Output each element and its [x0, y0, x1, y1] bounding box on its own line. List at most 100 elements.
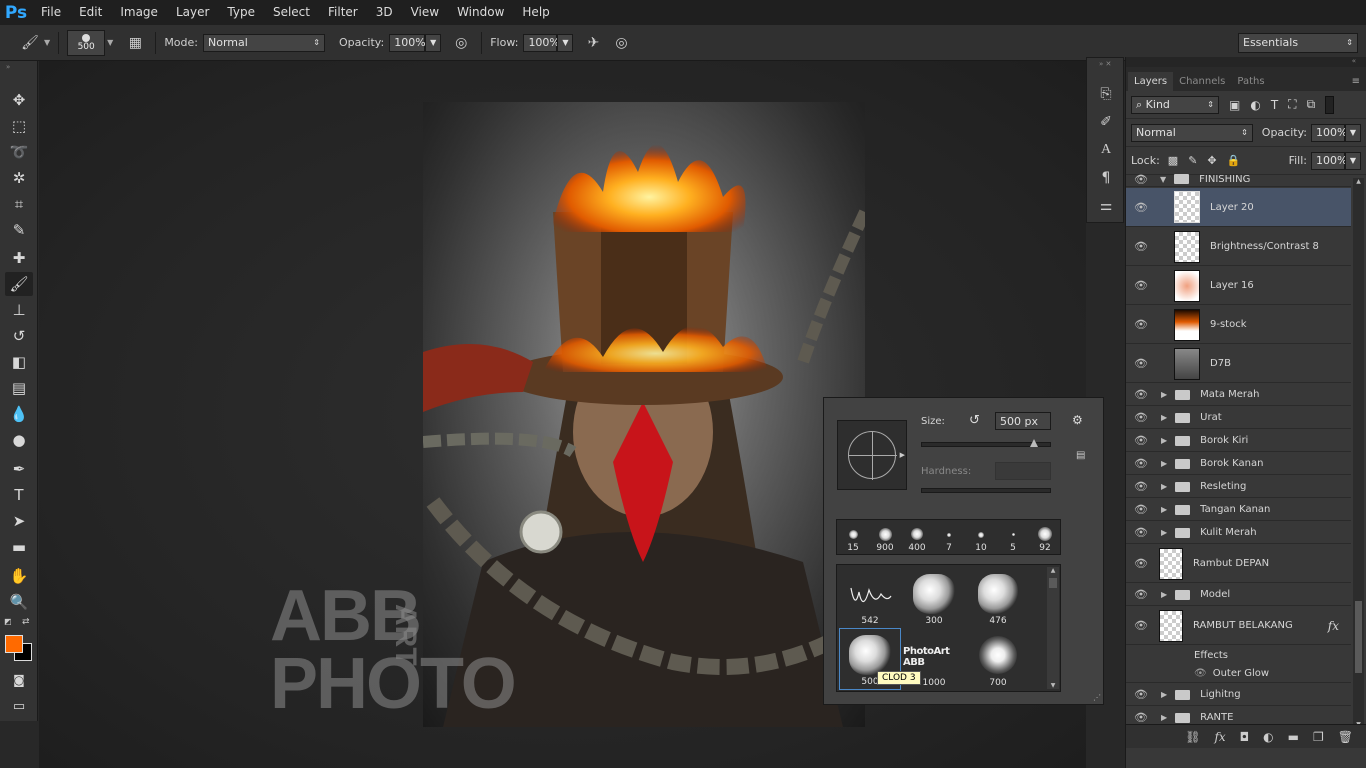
magic-wand-tool-icon[interactable]: ✲	[5, 166, 33, 190]
layer-row[interactable]: 👁 Layer 16	[1126, 267, 1351, 305]
group-collapsed-icon[interactable]: ▶	[1161, 528, 1167, 537]
crop-tool-icon[interactable]: ⌗	[5, 192, 33, 216]
effects-row[interactable]: Effects	[1126, 646, 1351, 664]
visibility-eye-icon[interactable]: 👁	[1134, 557, 1148, 570]
new-group-icon[interactable]: ▬	[1288, 730, 1299, 744]
character-panel-icon[interactable]: A	[1094, 138, 1118, 162]
layer-opacity-dropdown-icon[interactable]: ▼	[1345, 123, 1361, 142]
recent-brush[interactable]: 92	[1031, 520, 1059, 553]
brush-tool-icon[interactable]: 🖌	[5, 272, 33, 296]
size-slider[interactable]	[921, 439, 1051, 447]
flow-dropdown-icon[interactable]: ▼	[557, 33, 574, 52]
pen-tool-icon[interactable]: ✒	[5, 457, 33, 481]
scroll-thumb[interactable]	[1049, 578, 1057, 588]
layer-group-row[interactable]: 👁 ▶ Kulit Merah	[1126, 522, 1351, 544]
new-layer-icon[interactable]: ❐	[1313, 730, 1324, 744]
workspace-select[interactable]: Essentials ⇕	[1238, 32, 1358, 53]
adjustments-panel-icon[interactable]: ⚌	[1094, 194, 1118, 218]
recent-brush[interactable]: 5	[999, 520, 1027, 553]
visibility-eye-icon[interactable]: 👁	[1134, 279, 1148, 292]
hand-tool-icon[interactable]: ✋	[5, 564, 33, 588]
zoom-tool-icon[interactable]: 🔍	[5, 590, 33, 614]
visibility-eye-icon[interactable]: 👁	[1134, 173, 1148, 186]
layer-row[interactable]: 👁 RAMBUT BELAKANG fx	[1126, 607, 1351, 645]
menu-filter[interactable]: Filter	[319, 0, 367, 25]
layer-row-selected[interactable]: 👁 Layer 20	[1126, 188, 1351, 227]
layer-group-row[interactable]: 👁 ▼ FINISHING	[1126, 172, 1351, 187]
brush-panel-toggle-icon[interactable]: ▦	[123, 31, 147, 55]
recent-brush[interactable]: 15	[839, 520, 867, 553]
lock-transparent-icon[interactable]: ▩	[1168, 154, 1178, 167]
visibility-eye-icon[interactable]: 👁	[1134, 388, 1148, 401]
menu-layer[interactable]: Layer	[167, 0, 218, 25]
healing-brush-tool-icon[interactable]: ✚	[5, 246, 33, 270]
dodge-tool-icon[interactable]: ●	[5, 428, 33, 452]
airbrush-icon[interactable]: ✈	[581, 31, 605, 55]
layer-opacity-input[interactable]: 100%	[1311, 123, 1347, 142]
screen-mode-icon[interactable]: ▭	[5, 694, 33, 718]
tool-preset-dropdown-icon[interactable]: ▼	[44, 38, 50, 47]
menu-help[interactable]: Help	[513, 0, 558, 25]
brush-preset[interactable]: 300	[903, 566, 965, 628]
brush-preset[interactable]: 476	[967, 566, 1029, 628]
group-expanded-icon[interactable]: ▼	[1160, 175, 1166, 184]
clone-stamp-tool-icon[interactable]: ⊥	[5, 298, 33, 322]
visibility-eye-icon[interactable]: 👁	[1134, 434, 1148, 447]
menu-window[interactable]: Window	[448, 0, 513, 25]
brush-tool-icon[interactable]: 🖌	[18, 31, 42, 55]
recent-brush[interactable]: 400	[903, 520, 931, 553]
brush-preset-picker[interactable]: 500	[67, 29, 106, 56]
brush-preset[interactable]: 542	[839, 566, 901, 628]
menu-select[interactable]: Select	[264, 0, 319, 25]
path-selection-tool-icon[interactable]: ➤	[5, 509, 33, 533]
visibility-eye-icon[interactable]: 👁	[1134, 411, 1148, 424]
paragraph-panel-icon[interactable]: ¶	[1094, 166, 1118, 190]
marquee-tool-icon[interactable]: ⬚	[5, 114, 33, 138]
flow-input[interactable]: 100%	[523, 33, 560, 52]
size-slider-handle[interactable]	[1030, 439, 1038, 447]
fx-indicator[interactable]: fx	[1328, 619, 1339, 633]
group-collapsed-icon[interactable]: ▶	[1161, 459, 1167, 468]
blend-mode-select[interactable]: Normal ⇕	[1131, 123, 1253, 142]
swap-colors-icon[interactable]: ⇄	[22, 617, 30, 627]
filter-smart-object-icon[interactable]: ⧉	[1307, 97, 1316, 112]
layer-row[interactable]: 👁 Rambut DEPAN	[1126, 545, 1351, 583]
default-colors-icon[interactable]: ◩	[4, 617, 12, 626]
group-collapsed-icon[interactable]: ▶	[1161, 390, 1167, 399]
visibility-eye-icon[interactable]: 👁	[1134, 240, 1148, 253]
tab-channels[interactable]: Channels	[1173, 72, 1231, 91]
effect-row[interactable]: 👁 Outer Glow	[1126, 664, 1351, 683]
layer-group-row[interactable]: 👁 ▶ Borok Kanan	[1126, 453, 1351, 475]
layer-row[interactable]: 👁 Brightness/Contrast 8	[1126, 228, 1351, 266]
expand-dock-icon[interactable]: » ✕	[1099, 60, 1111, 68]
delete-layer-icon[interactable]: 🗑	[1338, 730, 1353, 744]
pressure-size-icon[interactable]: ◎	[609, 31, 633, 55]
recent-brush[interactable]: 7	[935, 520, 963, 553]
brush-tip-preview[interactable]: ▶	[837, 420, 907, 490]
menu-edit[interactable]: Edit	[70, 0, 111, 25]
tab-paths[interactable]: Paths	[1231, 72, 1270, 91]
add-mask-icon[interactable]: ◘	[1240, 730, 1250, 744]
visibility-eye-icon[interactable]: 👁	[1134, 526, 1148, 539]
scroll-thumb[interactable]	[1355, 601, 1362, 673]
size-input[interactable]: 500 px	[995, 412, 1051, 430]
layer-group-row[interactable]: 👁 ▶ Resleting	[1126, 476, 1351, 498]
lasso-tool-icon[interactable]: ➰	[5, 140, 33, 164]
filter-shape-icon[interactable]: ⛶	[1288, 97, 1296, 112]
foreground-color-swatch[interactable]	[5, 635, 23, 653]
link-layers-icon[interactable]: ⛓	[1185, 730, 1200, 744]
eyedropper-tool-icon[interactable]: ✎	[5, 218, 33, 242]
effect-eye-icon[interactable]: 👁	[1194, 668, 1207, 679]
brush-presets-panel-icon[interactable]: ✐	[1094, 110, 1118, 134]
fill-dropdown-icon[interactable]: ▼	[1345, 151, 1361, 170]
opacity-input[interactable]: 100%	[389, 33, 426, 52]
add-layer-style-icon[interactable]: fx	[1214, 730, 1225, 744]
filter-adjustment-icon[interactable]: ◐	[1250, 98, 1260, 112]
group-collapsed-icon[interactable]: ▶	[1161, 505, 1167, 514]
eraser-tool-icon[interactable]: ◧	[5, 350, 33, 374]
visibility-eye-icon[interactable]: 👁	[1134, 503, 1148, 516]
history-panel-icon[interactable]: ⎘	[1094, 82, 1118, 106]
layer-row[interactable]: 👁 D7B	[1126, 345, 1351, 383]
menu-type[interactable]: Type	[218, 0, 264, 25]
layer-row[interactable]: 👁 9-stock	[1126, 306, 1351, 344]
